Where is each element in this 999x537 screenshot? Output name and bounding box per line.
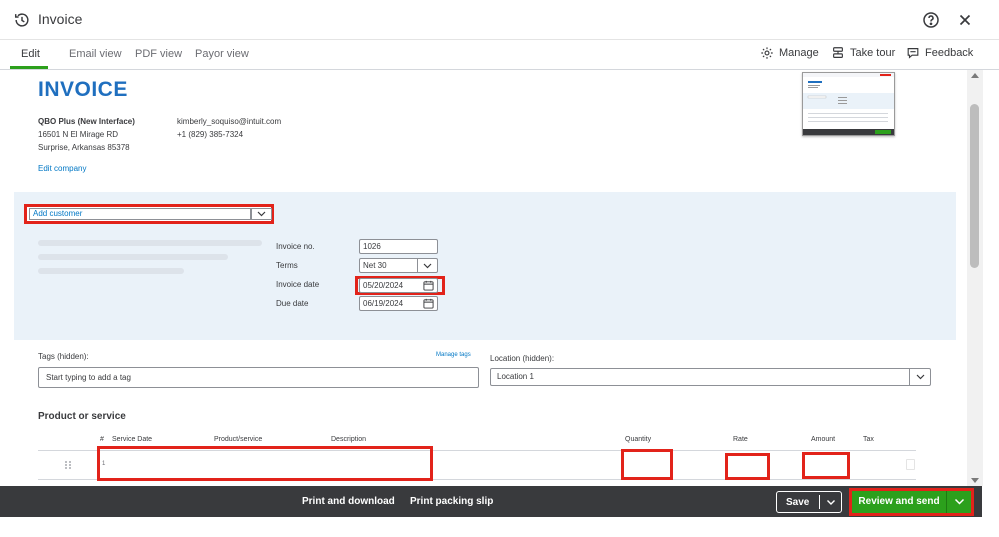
chevron-down-icon (423, 263, 432, 268)
manage-label: Manage (779, 47, 819, 59)
invoice-form: INVOICE QBO Plus (New Interface) 16501 N… (14, 70, 956, 486)
amount-cell[interactable] (802, 452, 850, 479)
product-description-cell[interactable] (97, 446, 433, 481)
tour-icon (833, 47, 843, 58)
column-header-product: Product/service (214, 436, 263, 443)
add-customer-input[interactable]: Add customer (29, 208, 251, 220)
terms-dropdown-button[interactable] (417, 259, 437, 272)
column-header-service-date: Service Date (112, 436, 153, 443)
review-and-send-button[interactable]: Review and send (852, 491, 946, 513)
save-label: Save (786, 497, 810, 508)
gear-icon (761, 47, 773, 59)
invoice-no-label: Invoice no. (276, 242, 315, 251)
take-tour-label: Take tour (850, 47, 896, 59)
delete-row-icon[interactable] (906, 459, 915, 470)
company-email: kimberly_soquiso@intuit.com (177, 117, 282, 126)
column-header-tax: Tax (863, 436, 874, 443)
tags-label: Tags (hidden): (38, 352, 89, 361)
column-header-number: # (100, 436, 104, 443)
tags-input[interactable]: Start typing to add a tag (38, 367, 479, 388)
due-date-field[interactable]: 06/19/2024 (359, 296, 438, 311)
tab-pdf-view[interactable]: PDF view (135, 48, 182, 60)
location-label: Location (hidden): (490, 354, 555, 363)
invoice-date-field[interactable]: 05/20/2024 (359, 278, 438, 293)
preview-graphic (803, 73, 894, 135)
edit-company-link[interactable]: Edit company (38, 164, 86, 173)
chevron-down-icon[interactable] (825, 496, 837, 508)
due-date-label: Due date (276, 299, 309, 308)
customer-dropdown-button[interactable] (251, 208, 272, 220)
loading-placeholder-line (38, 240, 262, 246)
company-address-line-2: Surprise, Arkansas 85378 (38, 143, 130, 152)
terms-select[interactable]: Net 30 (359, 258, 438, 273)
location-value: Location 1 (497, 372, 534, 381)
scroll-down-arrow-icon[interactable] (971, 478, 979, 483)
footer-bar: Print and download Print packing slip Sa… (0, 486, 982, 517)
tab-email-view[interactable]: Email view (69, 48, 122, 60)
drag-handle-icon[interactable] (64, 460, 72, 470)
company-info: QBO Plus (New Interface) 16501 N El Mira… (38, 115, 135, 154)
column-header-amount: Amount (811, 436, 836, 443)
location-dropdown-button[interactable] (909, 369, 930, 385)
invoice-preview-thumbnail[interactable] (802, 72, 895, 136)
chevron-down-icon (257, 211, 266, 217)
tab-edit[interactable]: Edit (21, 48, 40, 60)
scroll-thumb[interactable] (970, 104, 979, 268)
terms-label: Terms (276, 261, 298, 270)
rate-cell[interactable] (725, 453, 770, 480)
feedback-button[interactable]: Feedback (906, 46, 973, 60)
tab-payor-view[interactable]: Payor view (195, 48, 249, 60)
review-dropdown-button[interactable] (947, 491, 971, 513)
company-contact: kimberly_soquiso@intuit.com +1 (829) 385… (177, 115, 281, 141)
title-bar: Invoice (0, 0, 999, 40)
save-divider (819, 495, 820, 509)
print-packing-slip-button[interactable]: Print packing slip (410, 496, 493, 507)
invoice-heading: INVOICE (38, 78, 128, 101)
vertical-scrollbar[interactable] (967, 70, 983, 486)
column-header-rate: Rate (733, 436, 748, 443)
company-phone: +1 (829) 385-7324 (177, 130, 244, 139)
active-tab-indicator (10, 66, 48, 69)
feedback-label: Feedback (925, 47, 974, 59)
column-header-description: Description (331, 436, 367, 443)
company-name: QBO Plus (New Interface) (38, 117, 135, 126)
loading-placeholder-line (38, 254, 228, 260)
review-and-send-highlight: Review and send (849, 488, 974, 516)
invoice-window: Invoice Edit Email view PDF view Payor v… (0, 0, 999, 537)
product-section-title: Product or service (38, 411, 126, 422)
bottom-margin (0, 517, 999, 537)
close-icon[interactable] (955, 10, 975, 30)
invoice-date-value: 05/20/2024 (363, 281, 404, 290)
invoice-date-label: Invoice date (276, 280, 320, 289)
save-button[interactable]: Save (776, 491, 842, 513)
calendar-icon[interactable] (423, 280, 434, 291)
manage-button[interactable]: Manage (760, 46, 819, 60)
print-and-download-button[interactable]: Print and download (302, 496, 395, 507)
help-icon[interactable] (921, 10, 941, 30)
calendar-icon[interactable] (423, 298, 434, 309)
invoice-no-field[interactable]: 1026 (359, 239, 438, 254)
window-title: Invoice (38, 11, 83, 27)
chevron-down-icon (916, 374, 924, 380)
take-tour-button[interactable]: Take tour (831, 46, 895, 60)
due-date-value: 06/19/2024 (363, 299, 404, 308)
feedback-icon (907, 48, 919, 59)
add-customer-highlight: Add customer (24, 204, 274, 224)
location-select[interactable]: Location 1 (490, 368, 931, 386)
quantity-cell[interactable] (621, 449, 673, 480)
terms-value: Net 30 (363, 261, 387, 270)
column-header-quantity: Quantity (625, 436, 652, 443)
manage-tags-link[interactable]: Manage tags (436, 352, 471, 358)
loading-placeholder-line (38, 268, 184, 274)
customer-section: Add customer Invoice no. 1026 Terms Net … (14, 192, 956, 340)
company-address-line-1: 16501 N El Mirage RD (38, 130, 119, 139)
view-tabs: Edit Email view PDF view Payor view Mana… (0, 40, 999, 70)
scroll-up-arrow-icon[interactable] (971, 73, 979, 78)
chevron-down-icon (954, 498, 964, 505)
history-icon[interactable] (13, 11, 31, 29)
